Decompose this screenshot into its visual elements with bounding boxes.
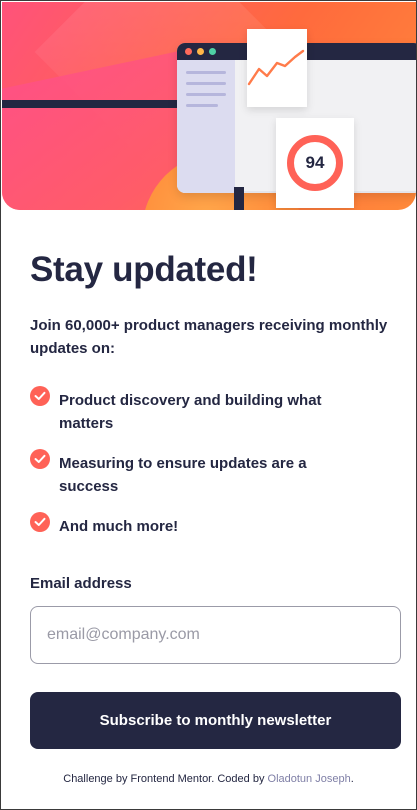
- hero-dark-bar: [2, 100, 202, 108]
- feature-text: Measuring to ensure updates are a succes…: [59, 455, 307, 495]
- attribution-prefix: Challenge by: [63, 773, 131, 785]
- line-chart-card: [247, 29, 307, 107]
- attribution: Challenge by Frontend Mentor. Coded by O…: [1, 773, 416, 785]
- window-maximize-dot-icon: [209, 48, 216, 55]
- score-ring-icon: 94: [287, 135, 343, 191]
- check-circle-icon: [30, 512, 50, 532]
- intro-text: Join 60,000+ product managers receiving …: [30, 317, 388, 357]
- feature-text: Product discovery and building what matt…: [59, 392, 322, 432]
- attribution-suffix: .: [350, 773, 354, 785]
- feature-list: Product discovery and building what matt…: [30, 386, 402, 552]
- score-value: 94: [305, 153, 325, 172]
- page-title: Stay updated!: [30, 250, 258, 289]
- sidebar-line: [186, 82, 226, 85]
- feature-item: Measuring to ensure updates are a succes…: [30, 449, 402, 498]
- subscribe-button[interactable]: Subscribe to monthly newsletter: [30, 692, 401, 749]
- score-card: 94: [276, 118, 354, 208]
- feature-item: Product discovery and building what matt…: [30, 386, 402, 435]
- trend-line-icon: [247, 49, 305, 86]
- browser-sidebar: [177, 60, 235, 193]
- newsletter-signup-card: 94 Stay updated! Join 60,000+ product ma…: [0, 0, 417, 810]
- sidebar-line: [186, 71, 226, 74]
- sidebar-line: [186, 93, 226, 96]
- email-label: Email address: [30, 575, 132, 592]
- email-field[interactable]: [30, 606, 401, 664]
- author-link[interactable]: Oladotun Joseph: [268, 773, 351, 785]
- check-circle-icon: [30, 386, 50, 406]
- hero-illustration: 94: [2, 2, 416, 210]
- hero-dark-pole: [234, 187, 244, 210]
- feature-item: And much more!: [30, 512, 402, 538]
- feature-text: And much more!: [59, 518, 179, 535]
- window-minimize-dot-icon: [197, 48, 204, 55]
- check-circle-icon: [30, 449, 50, 469]
- attribution-middle: . Coded by: [211, 773, 268, 785]
- frontend-mentor-link[interactable]: Frontend Mentor: [131, 773, 212, 785]
- window-close-dot-icon: [185, 48, 192, 55]
- sidebar-line: [186, 104, 218, 107]
